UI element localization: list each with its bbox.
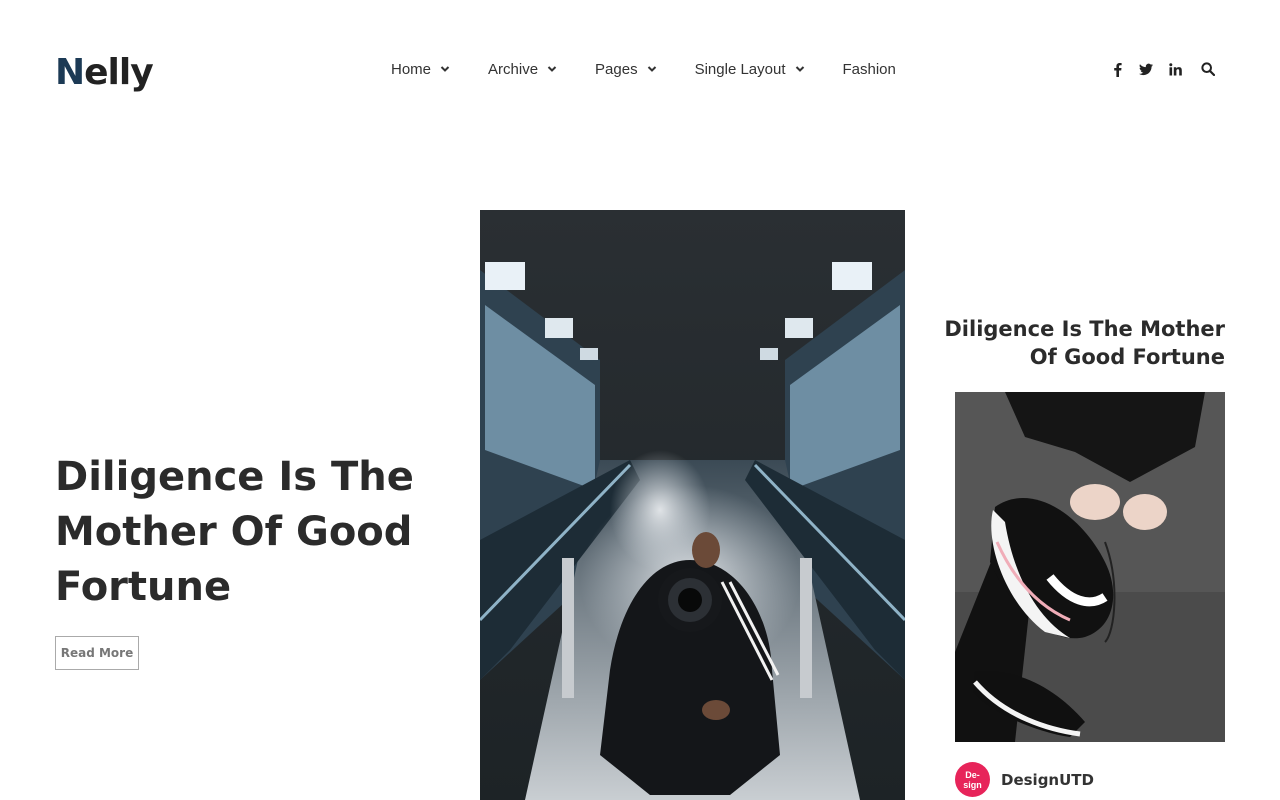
chevron-down-icon	[440, 66, 450, 72]
nav-item-fashion[interactable]: Fashion	[843, 60, 896, 78]
nav-item-label: Pages	[595, 60, 638, 78]
hero-post-title[interactable]: Diligence Is The Mother Of Good Fortune	[55, 450, 435, 615]
sneaker-photo-image	[955, 392, 1225, 742]
chevron-down-icon	[547, 66, 557, 72]
side-post-image[interactable]	[955, 392, 1225, 742]
featured-post-image[interactable]	[480, 210, 905, 800]
author-name[interactable]: DesignUTD	[1001, 771, 1094, 789]
escalator-photographer-image	[480, 210, 905, 800]
nav-item-home[interactable]: Home	[391, 60, 450, 78]
linkedin-icon[interactable]	[1168, 61, 1182, 77]
facebook-icon[interactable]	[1110, 61, 1124, 77]
author-avatar: De- sign	[955, 762, 990, 797]
social-links	[1110, 61, 1215, 77]
nav-item-label: Single Layout	[694, 60, 786, 78]
twitter-icon[interactable]	[1139, 61, 1153, 77]
nav-item-label: Archive	[488, 60, 539, 78]
read-more-button[interactable]: Read More	[55, 636, 139, 670]
site-logo[interactable]: Nelly	[55, 47, 154, 93]
chevron-down-icon	[647, 66, 656, 72]
side-post-title[interactable]: Diligence Is The Mother Of Good Fortune	[925, 315, 1225, 371]
logo-text: elly	[84, 52, 154, 93]
main-navigation: Home Archive Pages Single Layout Fashion	[391, 60, 934, 78]
chevron-down-icon	[795, 66, 804, 72]
nav-item-single-layout[interactable]: Single Layout	[695, 60, 805, 78]
logo-initial: N	[55, 52, 85, 93]
nav-item-label: Fashion	[842, 60, 896, 78]
nav-item-label: Home	[391, 60, 432, 78]
search-icon[interactable]	[1201, 61, 1215, 77]
nav-item-pages[interactable]: Pages	[595, 60, 657, 78]
nav-item-archive[interactable]: Archive	[488, 60, 557, 78]
post-author[interactable]: De- sign DesignUTD	[955, 762, 1094, 797]
